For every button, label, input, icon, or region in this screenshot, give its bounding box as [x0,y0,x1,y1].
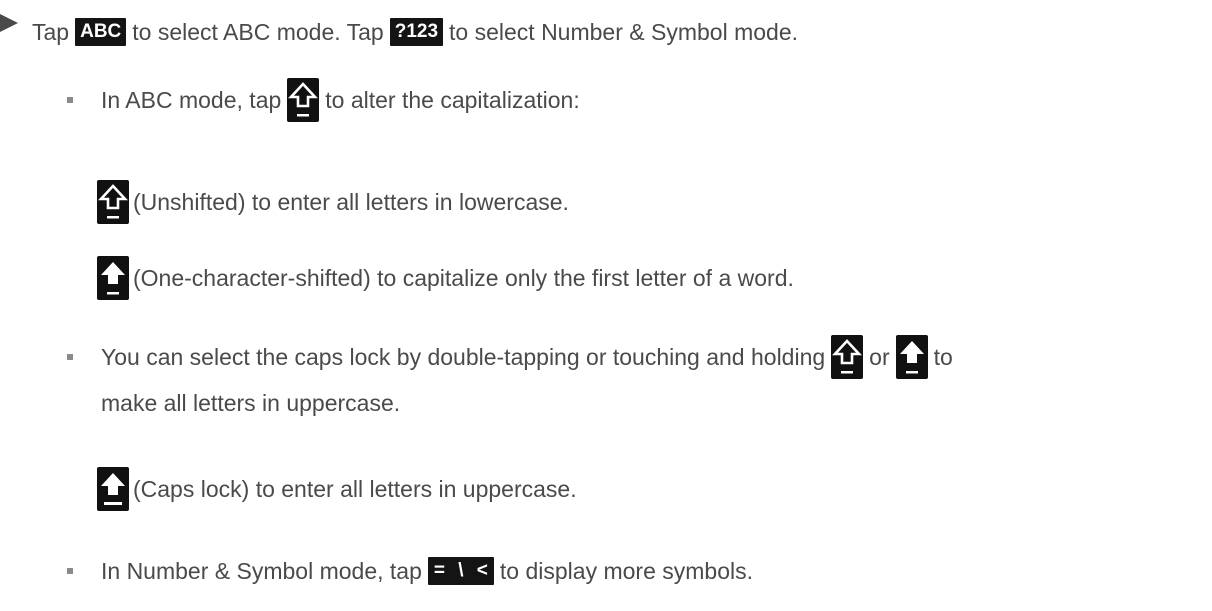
number-symbol-key-label: ?123 [389,18,444,46]
step-text-end: to select Number & Symbol mode. [449,19,799,45]
unshifted-text: (Unshifted) to enter all letters in lowe… [133,189,569,215]
caps-lock-text: (Caps lock) to enter all letters in uppe… [133,476,577,502]
square-bullet [67,568,73,574]
unshifted-description: (Unshifted) to enter all letters in lowe… [97,180,569,224]
caps-select-text-to: to [933,344,953,370]
caps-select-text-or: or [869,344,890,370]
step-text-tap: Tap [32,19,70,45]
caps-lock-selection: You can select the caps lock by double-t… [101,335,953,379]
square-bullet [67,97,73,103]
caps-lock-selection-line2: make all letters in uppercase. [101,386,400,420]
number-mode-instruction: In Number & Symbol mode, tap = \ < to di… [101,554,753,588]
number-mode-text-before: In Number & Symbol mode, tap [101,558,422,584]
shift-outline-icon [287,78,320,122]
shift-filled-icon [97,256,129,300]
one-shift-text: (One-character-shifted) to capitalize on… [133,265,794,291]
step-instruction: Tap ABC to select ABC mode. Tap ?123 to … [32,15,798,49]
shift-outline-icon [831,335,864,379]
caps-lock-icon [97,467,129,511]
caps-select-text-line2: make all letters in uppercase. [101,390,401,416]
step-text-mid: to select ABC mode. Tap [132,19,384,45]
abc-key-label: ABC [75,18,127,46]
one-shift-description: (One-character-shifted) to capitalize on… [97,256,794,300]
arrow-bullet-icon [0,14,18,32]
abc-mode-text-before: In ABC mode, tap [101,87,282,113]
square-bullet [67,354,73,360]
abc-mode-instruction: In ABC mode, tap to alter the capitaliza… [101,78,580,122]
number-mode-text-after: to display more symbols. [499,558,753,584]
caps-lock-description: (Caps lock) to enter all letters in uppe… [97,467,577,511]
abc-mode-text-after: to alter the capitalization: [325,87,580,113]
shift-outline-icon [97,180,129,224]
caps-select-text-before: You can select the caps lock by double-t… [101,344,826,370]
shift-filled-icon [895,335,928,379]
more-symbols-key-label: = \ < [427,557,494,585]
